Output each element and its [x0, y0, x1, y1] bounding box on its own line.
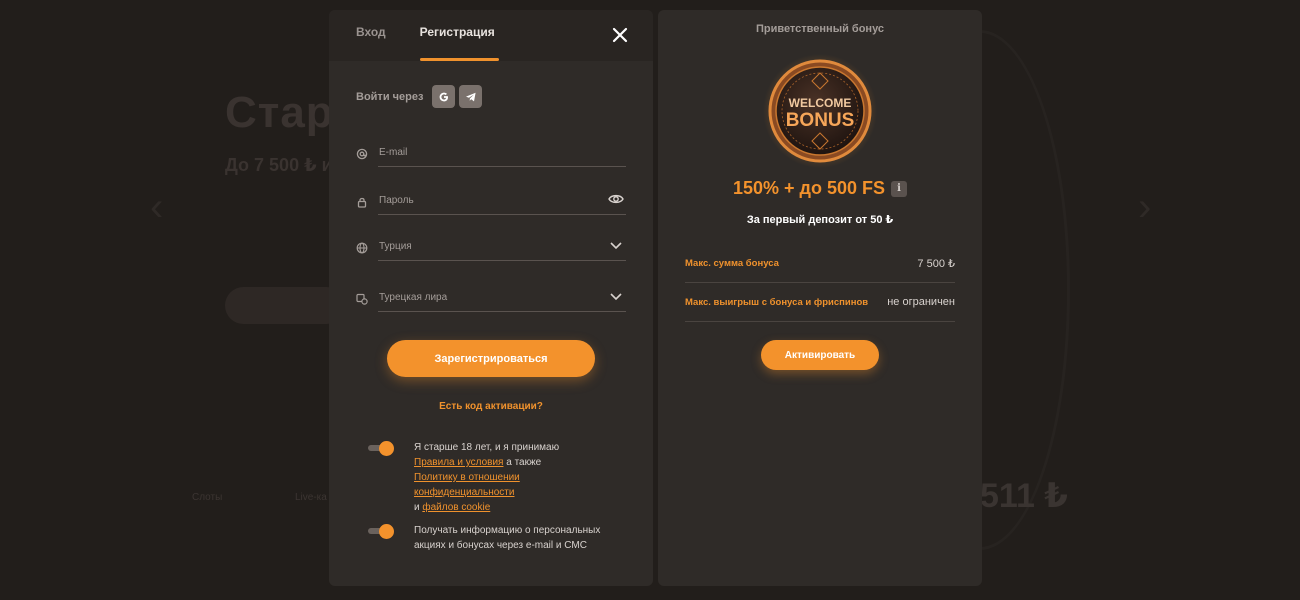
background-nav-label: Live-ка [295, 492, 327, 503]
register-button[interactable]: Зарегистрироваться [387, 340, 595, 377]
password-field[interactable]: Пароль [356, 189, 626, 215]
currency-select[interactable]: Турецкая лира [356, 286, 626, 312]
password-placeholder: Пароль [379, 195, 414, 206]
privacy-policy-link[interactable]: Политику в отношении [414, 472, 520, 483]
toggle-knob [379, 441, 394, 456]
field-underline [378, 260, 626, 261]
cookie-policy-link[interactable]: файлов cookie [422, 502, 490, 513]
google-icon [439, 92, 448, 101]
activation-code-link[interactable]: Есть код активации? [329, 401, 653, 412]
consent-text: а также [503, 457, 542, 468]
bonus-row-value: 7 500 ₺ [917, 257, 955, 270]
age-terms-consent: Я старше 18 лет, и я принимаю Правила и … [414, 440, 624, 515]
coin-line-2: BONUS [786, 110, 855, 131]
deposit-condition: За первый депозит от 50 ₺ [746, 214, 894, 226]
bonus-row-label: Макс. сумма бонуса [685, 257, 779, 269]
age-terms-toggle[interactable] [368, 441, 394, 456]
activate-button[interactable]: Активировать [761, 340, 879, 370]
at-icon [356, 147, 368, 160]
tab-register[interactable]: Регистрация [419, 25, 499, 61]
tab-login[interactable]: Вход [356, 25, 386, 61]
chevron-right-icon: › [1138, 185, 1152, 229]
chevron-down-icon [608, 238, 624, 252]
welcome-bonus-panel: Приветственный бонус WELCOME BONUS 150% … [658, 10, 982, 586]
bonus-header: Приветственный бонус [755, 23, 885, 35]
social-login-label: Войти через [356, 90, 424, 103]
chevron-left-icon: ‹ [150, 185, 164, 229]
consent-text: Я старше 18 лет, и я принимаю [414, 442, 560, 453]
google-login-button[interactable] [432, 85, 456, 108]
registration-panel: Вход Регистрация Войти через E-mail Паро… [329, 10, 653, 586]
email-field[interactable]: E-mail [356, 141, 626, 167]
marketing-toggle[interactable] [368, 524, 394, 539]
email-placeholder: E-mail [379, 147, 408, 158]
background-jackpot: 511 ₺ [980, 477, 1068, 515]
coin-line-1: WELCOME [789, 96, 852, 110]
background-banner-subtitle: До 7 500 ₺ и [225, 155, 333, 175]
background-banner-button [225, 287, 345, 324]
close-icon [612, 27, 628, 43]
toggle-knob [379, 524, 394, 539]
bonus-offer: 150% + до 500 FS i [658, 178, 982, 199]
country-select[interactable]: Турция [356, 235, 626, 261]
field-underline [378, 166, 626, 167]
telegram-icon [465, 92, 476, 101]
info-icon[interactable]: i [891, 180, 907, 197]
auth-tabs: Вход Регистрация [329, 10, 653, 61]
bonus-row-value: не ограничен [887, 296, 955, 308]
globe-icon [356, 241, 368, 254]
bonus-row: Макс. выигрыш с бонуса и фриспинов не ог… [685, 283, 955, 322]
lock-icon [356, 195, 368, 208]
bonus-row: Макс. сумма бонуса 7 500 ₺ [685, 244, 955, 283]
country-value: Турция [379, 241, 412, 252]
privacy-policy-link-cont[interactable]: конфиденциальности [414, 487, 514, 498]
eye-icon[interactable] [608, 192, 624, 206]
telegram-login-button[interactable] [459, 85, 483, 108]
background-nav-label: Слоты [192, 492, 223, 503]
currency-value: Турецкая лира [379, 292, 448, 303]
close-button[interactable] [611, 26, 629, 44]
terms-link[interactable]: Правила и условия [414, 457, 503, 468]
field-underline [378, 214, 626, 215]
social-login: Войти через [356, 85, 486, 108]
welcome-bonus-coin: WELCOME BONUS [762, 53, 878, 169]
field-underline [378, 311, 626, 312]
background-banner-title: Стар [225, 88, 334, 137]
bonus-offer-text: 150% + до 500 FS [732, 178, 885, 198]
chevron-down-icon [608, 289, 624, 303]
marketing-consent: Получать информацию о персональных акция… [414, 525, 601, 551]
bonus-row-label: Макс. выигрыш с бонуса и фриспинов [685, 296, 869, 308]
currency-exchange-icon [356, 292, 368, 305]
